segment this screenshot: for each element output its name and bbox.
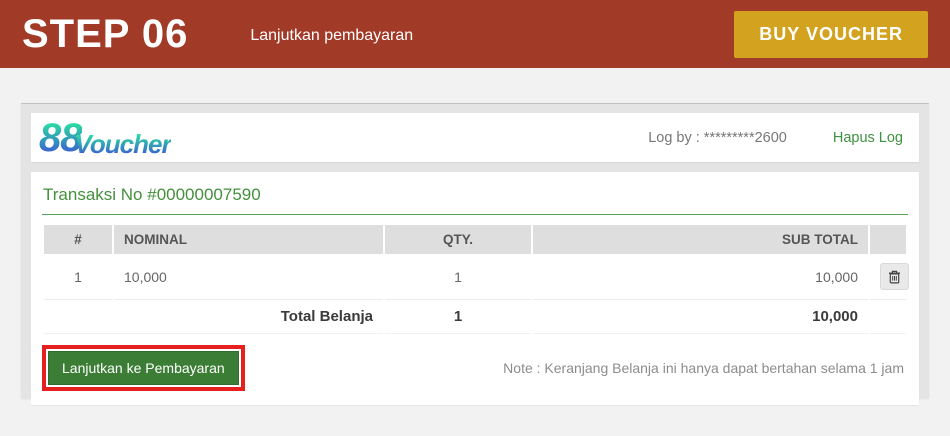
total-row: Total Belanja 1 10,000 <box>44 300 906 334</box>
hapus-log-link[interactable]: Hapus Log <box>833 130 903 146</box>
header-qty: QTY. <box>385 225 531 254</box>
voucher-card: 88 Voucher Log by : *********2600 Hapus … <box>21 103 929 398</box>
header-nominal: NOMINAL <box>114 225 383 254</box>
header-action <box>870 225 906 254</box>
item-number: 1 <box>44 254 112 300</box>
session-info: Log by : *********2600 Hapus Log <box>648 130 903 146</box>
step-label: STEP 06 <box>22 14 188 54</box>
cart-item-row: 1 10,000 1 10,000 <box>44 254 906 300</box>
highlight-box: Lanjutkan ke Pembayaran <box>42 345 245 391</box>
item-action-cell <box>870 254 906 300</box>
header-number: # <box>44 225 112 254</box>
total-label: Total Belanja <box>44 300 383 334</box>
log-by-text: Log by : *********2600 <box>648 130 787 146</box>
total-subtotal: 10,000 <box>533 300 868 334</box>
item-subtotal: 10,000 <box>533 254 868 300</box>
title-divider <box>42 214 908 215</box>
step-description: Lanjutkan pembayaran <box>250 27 413 45</box>
site-logo: 88 Voucher <box>39 118 171 158</box>
buy-voucher-button[interactable]: BUY VOUCHER <box>734 11 928 58</box>
item-nominal: 10,000 <box>114 254 383 300</box>
cart-note: Note : Keranjang Belanja ini hanya dapat… <box>503 360 908 376</box>
total-action-cell <box>870 300 906 334</box>
logo-voucher-text: Voucher <box>75 131 171 158</box>
continue-payment-button[interactable]: Lanjutkan ke Pembayaran <box>48 351 239 385</box>
item-qty: 1 <box>385 254 531 300</box>
trash-icon <box>888 270 901 284</box>
transaction-title: Transaksi No #00000007590 <box>42 181 908 214</box>
step-banner: STEP 06 Lanjutkan pembayaran BUY VOUCHER <box>0 0 950 68</box>
cart-table: # NOMINAL QTY. SUB TOTAL 1 10,000 1 10,0… <box>42 225 908 334</box>
header-subtotal: SUB TOTAL <box>533 225 868 254</box>
transaction-panel: Transaksi No #00000007590 # NOMINAL QTY.… <box>31 172 919 405</box>
actions-bar: Lanjutkan ke Pembayaran Note : Keranjang… <box>42 345 908 391</box>
table-header-row: # NOMINAL QTY. SUB TOTAL <box>44 225 906 254</box>
logo-bar: 88 Voucher Log by : *********2600 Hapus … <box>31 113 919 162</box>
total-qty: 1 <box>385 300 531 334</box>
delete-item-button[interactable] <box>880 263 909 290</box>
